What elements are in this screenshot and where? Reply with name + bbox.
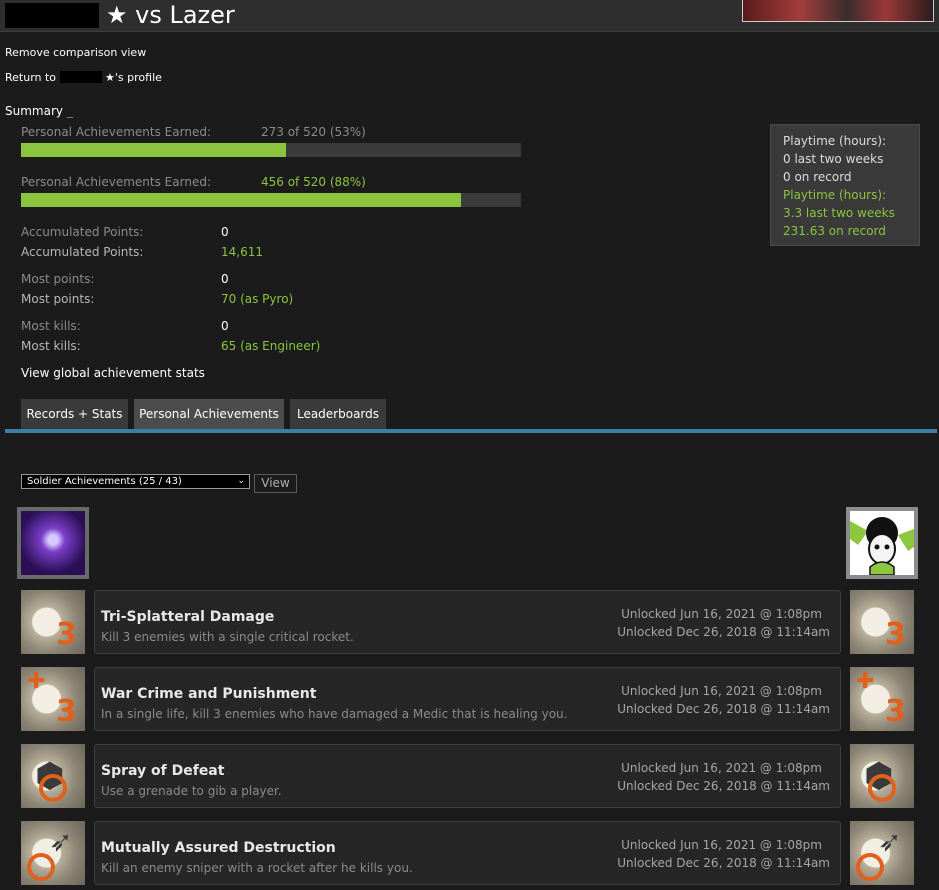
most-kills-value-them: 0 [221,319,229,333]
page-title: ★ vs Lazer [106,1,235,29]
chevron-down-icon: ⌄ [237,476,245,486]
achievement-row: Mutually Assured Destruction Kill an ene… [94,821,841,885]
accumulated-points-label-them: Accumulated Points: [21,225,144,239]
playtime-record-me: 231.63 on record [783,224,886,238]
medic-cross-three-icon: ✚ 3 [21,667,85,731]
achievement-name: Spray of Defeat [101,763,225,779]
most-kills-label-me: Most kills: [21,339,81,353]
achievements-progress-me [21,193,521,207]
achievement-row: Spray of Defeat Use a grenade to gib a p… [94,744,841,808]
accumulated-points-label-me: Accumulated Points: [21,245,144,259]
most-kills-label-them: Most kills: [21,319,81,333]
explosion-three-icon: 3 [850,590,914,654]
page-header: ★ vs Lazer [0,0,939,32]
unlock-date-them: Unlocked Jun 16, 2021 @ 1:08pm [621,761,822,775]
most-points-value-them: 0 [221,272,229,286]
grenade-icon: ⬢ [21,744,85,808]
achievement-name: Tri-Splatteral Damage [101,609,275,625]
tab-records-stats[interactable]: Records + Stats [21,399,128,429]
playtime-panel: Playtime (hours): 0 last two weeks 0 on … [770,124,920,246]
unlock-date-me: Unlocked Dec 26, 2018 @ 11:14am [617,779,830,793]
tab-personal-achievements[interactable]: Personal Achievements [134,399,284,429]
redacted-username [59,71,102,83]
playtime-record-them: 0 on record [783,170,852,184]
playtime-two-weeks-them: 0 last two weeks [783,152,884,166]
most-points-label-them: Most points: [21,272,95,286]
achievements-progress-them [21,143,521,157]
accumulated-points-value-them: 0 [221,225,229,239]
rocket-target-icon: ➶ [21,821,85,885]
unlock-date-them: Unlocked Jun 16, 2021 @ 1:08pm [621,684,822,698]
grenade-icon: ⬢ [850,744,914,808]
achievement-name: War Crime and Punishment [101,686,317,702]
most-kills-value-me: 65 (as Engineer) [221,339,321,353]
achievements-label-me: Personal Achievements Earned: [21,175,211,189]
redacted-username [5,3,99,28]
view-button[interactable]: View [254,474,297,493]
unlock-date-me: Unlocked Dec 26, 2018 @ 11:14am [617,702,830,716]
most-points-label-me: Most points: [21,292,95,306]
achievement-row: Tri-Splatteral Damage Kill 3 enemies wit… [94,590,841,654]
remove-comparison-link[interactable]: Remove comparison view [5,46,146,59]
game-banner-image [742,0,934,22]
accumulated-points-value-me: 14,611 [221,245,263,259]
most-points-value-me: 70 (as Pyro) [221,292,294,306]
achievement-row: War Crime and Punishment In a single lif… [94,667,841,731]
unlock-date-me: Unlocked Dec 26, 2018 @ 11:14am [617,625,830,639]
return-to-profile-link[interactable]: Return to ★'s profile [5,71,162,84]
achievement-name: Mutually Assured Destruction [101,840,336,856]
selected-option: Soldier Achievements (25 / 43) [27,476,182,487]
achievement-description: Use a grenade to gib a player. [101,784,282,798]
avatar[interactable] [846,507,918,579]
tab-divider [5,429,937,433]
achievement-description: Kill 3 enemies with a single critical ro… [101,630,354,644]
avatar[interactable] [17,507,89,579]
return-prefix: Return to [5,71,57,84]
explosion-three-icon: 3 [21,590,85,654]
achievements-value-me: 456 of 520 (88%) [261,175,366,189]
global-stats-link[interactable]: View global achievement stats [21,366,205,380]
achievements-value-them: 273 of 520 (53%) [261,125,366,139]
achievement-description: Kill an enemy sniper with a rocket after… [101,861,413,875]
playtime-label-them: Playtime (hours): [783,134,887,148]
summary-heading: Summary _ [5,104,73,118]
unlock-date-me: Unlocked Dec 26, 2018 @ 11:14am [617,856,830,870]
medic-cross-three-icon: ✚ 3 [850,667,914,731]
return-suffix: ★'s profile [105,71,162,84]
unlock-date-them: Unlocked Jun 16, 2021 @ 1:08pm [621,838,822,852]
tab-leaderboards[interactable]: Leaderboards [290,399,386,429]
playtime-two-weeks-me: 3.3 last two weeks [783,206,895,220]
achievement-description: In a single life, kill 3 enemies who hav… [101,707,568,721]
achievements-label-them: Personal Achievements Earned: [21,125,211,139]
rocket-target-icon: ➶ [850,821,914,885]
achievement-filter-select[interactable]: Soldier Achievements (25 / 43) ⌄ [21,474,250,489]
unlock-date-them: Unlocked Jun 16, 2021 @ 1:08pm [621,607,822,621]
playtime-label-me: Playtime (hours): [783,188,887,202]
